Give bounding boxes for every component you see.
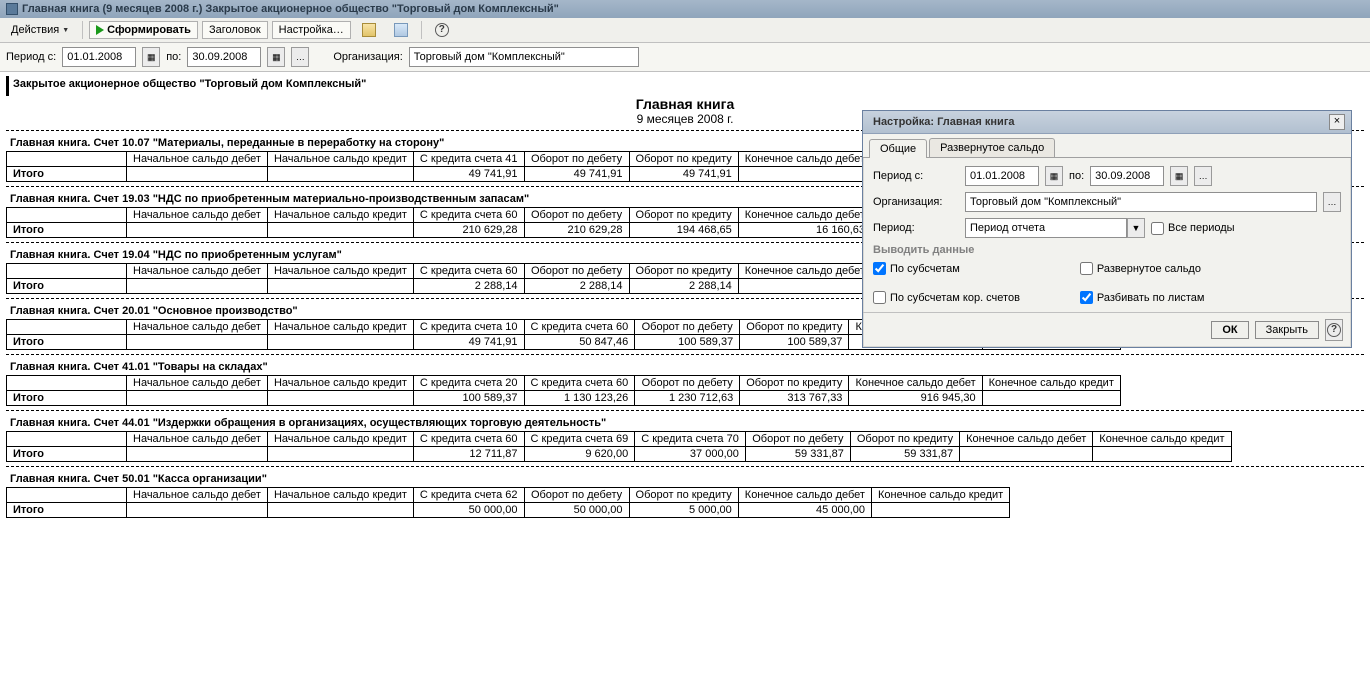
close-button[interactable]: Закрыть bbox=[1255, 321, 1319, 339]
calendar-icon: ▦ bbox=[272, 52, 281, 63]
ledger-table: Начальное сальдо дебетНачальное сальдо к… bbox=[6, 263, 1010, 294]
dialog-footer: ОК Закрыть ? bbox=[863, 312, 1351, 347]
window-titlebar: Главная книга (9 месяцев 2008 г.) Закрыт… bbox=[0, 0, 1370, 18]
settings-dialog: Настройка: Главная книга × Общие Разверн… bbox=[862, 110, 1352, 348]
dialog-titlebar[interactable]: Настройка: Главная книга × bbox=[863, 111, 1351, 134]
section-title: Главная книга. Счет 44.01 "Издержки обра… bbox=[10, 417, 1364, 429]
ledger-table: Начальное сальдо дебетНачальное сальдо к… bbox=[6, 431, 1232, 462]
ledger-table: Начальное сальдо дебетНачальное сальдо к… bbox=[6, 487, 1010, 518]
period-from-label: Период с: bbox=[6, 51, 56, 63]
period-to-label: по: bbox=[166, 51, 181, 63]
table-row: Итого 50 000,0050 000,00 5 000,0045 000,… bbox=[7, 503, 1010, 518]
period-dialog-button[interactable]: … bbox=[291, 47, 309, 67]
params-bar: Период с: ▦ по: ▦ … Организация: bbox=[0, 43, 1370, 72]
expanded-balance-checkbox[interactable]: Развернутое сальдо bbox=[1080, 262, 1205, 275]
combo-drop-button[interactable]: ▼ bbox=[1127, 218, 1145, 238]
table-row: Итого 12 711,879 620,0037 000,00 59 331,… bbox=[7, 447, 1232, 462]
org-label: Организация: bbox=[333, 51, 402, 63]
tab-general[interactable]: Общие bbox=[869, 139, 927, 158]
by-subaccounts-kor-checkbox[interactable]: По субсчетам кор. счетов bbox=[873, 291, 1020, 304]
play-icon bbox=[96, 25, 104, 35]
page-icon bbox=[394, 23, 408, 37]
dlg-period-label: Период: bbox=[873, 222, 959, 234]
dlg-org-input[interactable] bbox=[965, 192, 1317, 212]
dlg-period-to-input[interactable] bbox=[1090, 166, 1164, 186]
org-lookup-button[interactable]: … bbox=[1323, 192, 1341, 212]
all-periods-checkbox[interactable]: Все периоды bbox=[1151, 222, 1235, 235]
calendar-button-to[interactable]: ▦ bbox=[267, 47, 285, 67]
ok-button[interactable]: ОК bbox=[1211, 321, 1248, 339]
chevron-down-icon: ▼ bbox=[1132, 223, 1141, 233]
period-ellipsis-button[interactable]: … bbox=[1194, 166, 1212, 186]
period-to-input[interactable] bbox=[187, 47, 261, 67]
help-button[interactable]: ? bbox=[428, 20, 456, 40]
dlg-period-combo[interactable] bbox=[965, 218, 1127, 238]
tool-button-b[interactable] bbox=[387, 20, 415, 40]
tab-expanded-balance[interactable]: Развернутое сальдо bbox=[929, 138, 1055, 157]
ledger-table: Начальное сальдо дебетНачальное сальдо к… bbox=[6, 207, 1010, 238]
dialog-help-button[interactable]: ? bbox=[1325, 319, 1343, 341]
window-title: Главная книга (9 месяцев 2008 г.) Закрыт… bbox=[22, 3, 559, 15]
settings-button[interactable]: Настройка… bbox=[272, 21, 351, 39]
section-title: Главная книга. Счет 41.01 "Товары на скл… bbox=[10, 361, 1364, 373]
ledger-table: Начальное сальдо дебет Начальное сальдо … bbox=[6, 151, 1010, 182]
company-header: Закрытое акционерное общество "Торговый … bbox=[6, 76, 1364, 96]
chevron-down-icon: ▼ bbox=[62, 27, 69, 34]
close-button[interactable]: × bbox=[1329, 114, 1345, 130]
actions-menu-button[interactable]: Действия ▼ bbox=[4, 21, 76, 39]
table-row: Итого 49 741,91 49 741,91 49 741,91 bbox=[7, 167, 1010, 182]
by-subaccounts-checkbox[interactable]: По субсчетам bbox=[873, 262, 1020, 275]
app-icon bbox=[6, 3, 18, 15]
table-row: Итого 100 589,371 130 123,26 1 230 712,6… bbox=[7, 391, 1121, 406]
dlg-period-to-label: по: bbox=[1069, 170, 1084, 182]
help-icon: ? bbox=[435, 23, 449, 37]
table-row: Итого 2 288,142 288,14 2 288,14 bbox=[7, 279, 1010, 294]
page-icon bbox=[362, 23, 376, 37]
dlg-period-from-label: Период с: bbox=[873, 170, 959, 182]
table-row: Итого 210 629,28210 629,28 194 468,6516 … bbox=[7, 223, 1010, 238]
header-button[interactable]: Заголовок bbox=[202, 21, 268, 39]
dlg-period-from-input[interactable] bbox=[965, 166, 1039, 186]
section-title: Главная книга. Счет 50.01 "Касса организ… bbox=[10, 473, 1364, 485]
dialog-title: Настройка: Главная книга bbox=[873, 116, 1325, 128]
dialog-body: Период с: ▦ по: ▦ … Организация: … Перио… bbox=[863, 158, 1351, 312]
close-icon: × bbox=[1334, 115, 1340, 127]
ledger-table: Начальное сальдо дебетНачальное сальдо к… bbox=[6, 375, 1121, 406]
dlg-org-label: Организация: bbox=[873, 196, 959, 208]
main-toolbar: Действия ▼ Сформировать Заголовок Настро… bbox=[0, 18, 1370, 43]
dialog-tabs: Общие Развернутое сальдо bbox=[863, 134, 1351, 158]
table-header-row: Начальное сальдо дебет Начальное сальдо … bbox=[7, 152, 1010, 167]
period-from-input[interactable] bbox=[62, 47, 136, 67]
form-report-button[interactable]: Сформировать bbox=[89, 21, 198, 39]
tool-button-a[interactable] bbox=[355, 20, 383, 40]
output-section-label: Выводить данные bbox=[873, 244, 1341, 256]
calendar-button[interactable]: ▦ bbox=[1045, 166, 1063, 186]
calendar-button-from[interactable]: ▦ bbox=[142, 47, 160, 67]
split-by-sheets-checkbox[interactable]: Разбивать по листам bbox=[1080, 291, 1205, 304]
calendar-icon: ▦ bbox=[147, 52, 156, 63]
calendar-button[interactable]: ▦ bbox=[1170, 166, 1188, 186]
org-input[interactable] bbox=[409, 47, 639, 67]
help-icon: ? bbox=[1327, 323, 1341, 337]
